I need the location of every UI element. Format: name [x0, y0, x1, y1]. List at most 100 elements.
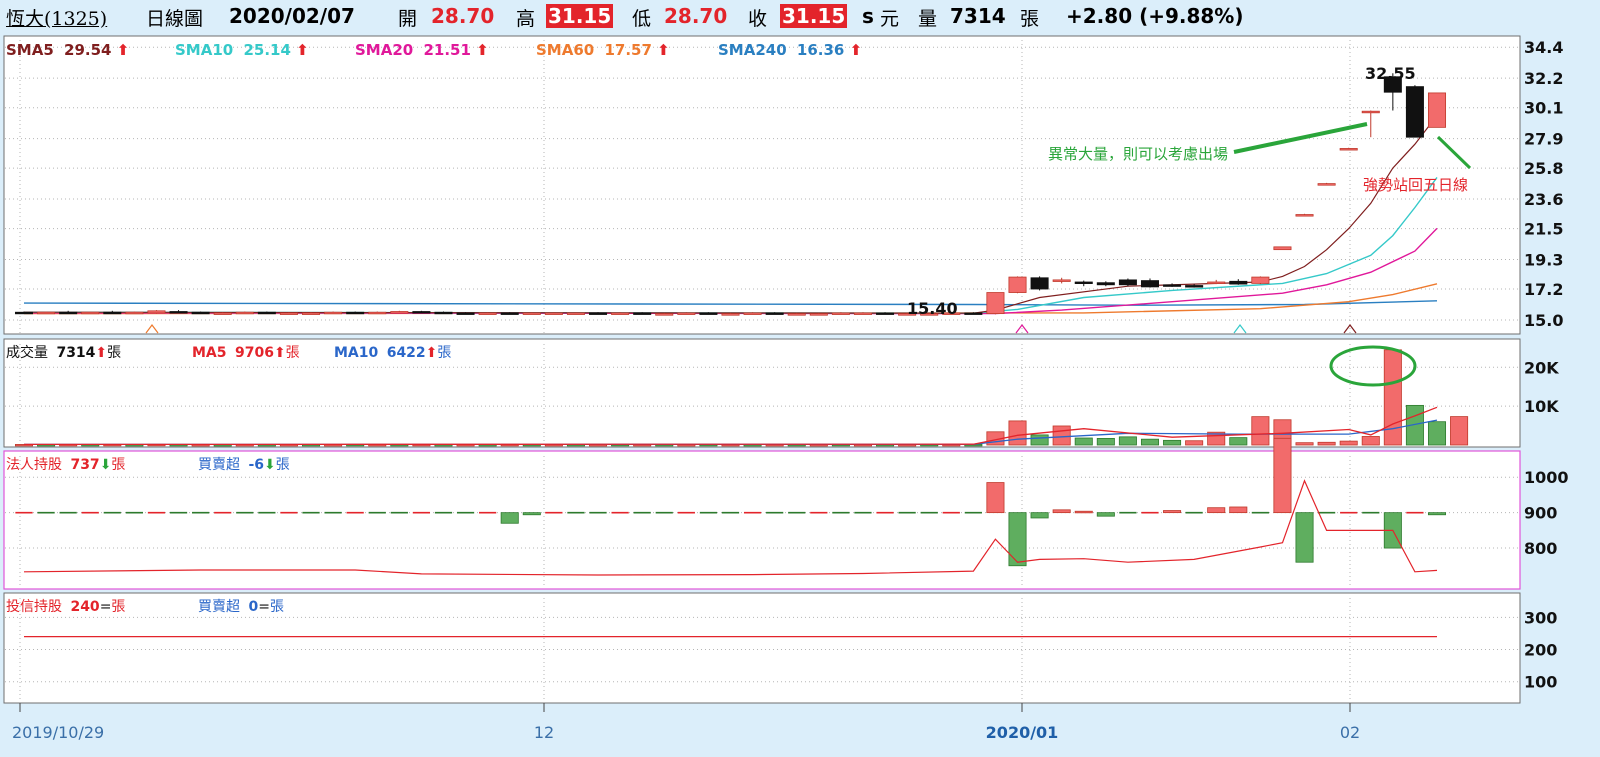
volume-bar [1163, 439, 1182, 446]
net-buy-sell-bar [522, 512, 541, 516]
candle-body [279, 312, 298, 315]
volume-warning-annotation: 異常大量，則可以考慮出場 [1048, 145, 1228, 163]
volume-bar [1427, 421, 1447, 446]
candle-body [964, 312, 983, 315]
candle-body [1427, 92, 1447, 128]
volume-bar [1317, 441, 1336, 446]
vol-ma5-label: MA5 [192, 345, 227, 361]
volume-bar [1295, 442, 1314, 446]
candle-body [721, 313, 740, 316]
candle-body [1339, 148, 1358, 151]
trust-label: 投信持股 [6, 599, 62, 615]
candle-body [544, 312, 563, 315]
down-arrow-icon: ⬇ [264, 457, 276, 473]
y-tick-label: 300 [1524, 608, 1557, 627]
candle-body [257, 311, 276, 315]
candle-body [831, 312, 850, 315]
candle-body [853, 312, 872, 315]
y-tick-label: 200 [1524, 641, 1557, 660]
max-price-label: 32.55 [1365, 64, 1416, 83]
volume-bar [1383, 349, 1402, 446]
volume-bar [1008, 420, 1027, 446]
up-arrow-icon: ⬆ [652, 41, 670, 59]
sma20-value: 21.51 [423, 41, 470, 59]
volume-bar [1118, 436, 1137, 446]
x-tick-label: 2020/01 [986, 723, 1059, 742]
candle-body [59, 311, 78, 315]
x-tick-label: 2019/10/29 [12, 723, 104, 742]
candle-body [743, 312, 762, 315]
vol-ma5-value: 9706 [235, 345, 274, 361]
net-buy-sell-bar [1008, 512, 1027, 567]
sma10-label: SMA10 [175, 41, 233, 59]
institutional-net-label: 買賣超 [198, 457, 240, 473]
candle-body [611, 312, 630, 315]
institutional-value: 737 [70, 457, 99, 473]
volume-bar [1339, 440, 1358, 446]
y-tick-label: 17.2 [1524, 280, 1563, 299]
y-tick-label: 30.1 [1524, 99, 1563, 118]
sma240-value: 16.36 [797, 41, 844, 59]
candle-body [191, 311, 210, 315]
candle-body [37, 311, 56, 315]
svg-text:買賣超 -6⬇張: 買賣超 -6⬇張 [198, 457, 290, 473]
volume-bar [1185, 440, 1204, 446]
up-arrow-icon: ⬆ [844, 41, 862, 59]
sma5-label: SMA5 [6, 41, 54, 59]
candle-body [1052, 279, 1071, 282]
candle-body [1273, 246, 1292, 251]
trust-net-unit: 張 [270, 599, 284, 615]
candle-body [1163, 284, 1182, 287]
candle-body [1140, 280, 1159, 288]
candle-body [1251, 276, 1270, 284]
ma5-support-annotation: 強勢站回五日線 [1363, 176, 1468, 194]
candle-body [147, 310, 166, 314]
candle-body [1185, 285, 1204, 288]
candle-body [1317, 183, 1336, 186]
candle-body [655, 313, 674, 316]
candle-body [1030, 277, 1049, 290]
stock-chart[interactable]: 34.4 32.2 30.1 27.9 25.8 23.6 21.5 19.3 17.2 15.0… [0, 0, 1600, 757]
candle-body [81, 311, 100, 315]
candle-body [500, 312, 519, 315]
candle-body [787, 313, 806, 316]
svg-text:MA10 6422⬆張: MA10 6422⬆張 [334, 345, 451, 361]
volume-panel[interactable] [3, 338, 1521, 448]
volume-panel-unit: 張 [107, 345, 121, 361]
candle-body [1405, 86, 1424, 138]
equal-sign-icon: = [258, 599, 270, 615]
up-arrow-icon: ⬆ [426, 345, 438, 361]
y-tick-label: 27.9 [1524, 130, 1563, 149]
volume-bar [1030, 434, 1049, 446]
y-tick-label: 34.4 [1524, 38, 1563, 57]
y-tick-label: 25.8 [1524, 159, 1563, 178]
net-buy-sell-bar [1163, 510, 1182, 514]
svg-text:SMA240 16.36 ⬆: SMA240 16.36 ⬆ [718, 41, 862, 59]
institutional-net-value: -6 [248, 457, 264, 473]
candle-body [677, 312, 696, 315]
candle-body [522, 312, 541, 315]
candle-body [125, 311, 144, 315]
candle-body [103, 311, 122, 315]
volume-bar [1096, 437, 1115, 446]
y-tick-label: 1000 [1524, 468, 1569, 487]
trust-net-value: 0 [248, 599, 258, 615]
svg-text:成交量 7314⬆張: 成交量 7314⬆張 [6, 344, 121, 361]
candle-body [765, 312, 784, 315]
svg-text:買賣超 0=張: 買賣超 0=張 [198, 599, 284, 615]
volume-bar [1361, 436, 1380, 446]
candle-body [1096, 282, 1115, 286]
candle-body [1074, 281, 1093, 284]
x-tick-label: 12 [534, 723, 554, 742]
x-tick-label: 02 [1340, 723, 1360, 742]
vol-ma5-unit: 張 [286, 345, 300, 361]
vol-ma10-value: 6422 [387, 345, 426, 361]
candle-body [213, 312, 232, 315]
institutional-unit: 張 [111, 457, 125, 473]
y-tick-label: 10K [1524, 397, 1559, 416]
trust-value: 240 [70, 599, 99, 615]
sma5-value: 29.54 [64, 41, 111, 59]
svg-text:法人持股 737⬇張: 法人持股 737⬇張 [6, 457, 125, 473]
candle-body [1207, 281, 1226, 284]
candle-body [1008, 276, 1027, 293]
